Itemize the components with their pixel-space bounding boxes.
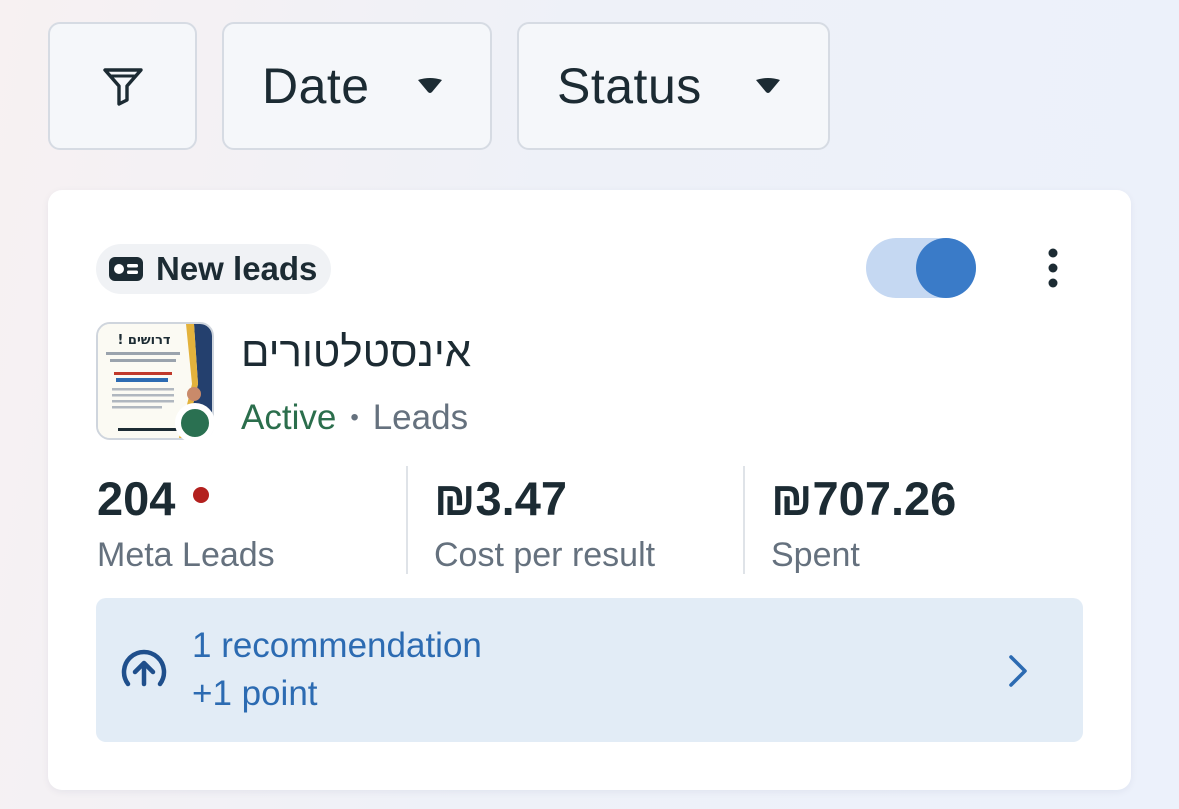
metric-label: Cost per result	[434, 536, 656, 574]
filter-funnel-icon	[102, 68, 143, 106]
date-filter-label: Date	[262, 58, 370, 114]
more-options-button[interactable]	[1038, 246, 1068, 290]
ad-on-off-toggle[interactable]	[866, 238, 976, 298]
date-filter-dropdown[interactable]: Date	[222, 22, 492, 150]
meta-separator: •	[350, 404, 359, 431]
filter-button[interactable]	[48, 22, 197, 150]
metric-value: ₪707.26	[771, 471, 957, 525]
ad-meta: Active • Leads	[241, 398, 468, 438]
alert-dot	[193, 487, 210, 503]
ad-name[interactable]: אינסטלטורים	[241, 328, 471, 376]
objective-badge: New leads	[96, 244, 332, 294]
ad-type-text: Leads	[372, 398, 469, 437]
metric-meta-leads: 204 Meta Leads	[97, 470, 275, 575]
metric-label: Meta Leads	[97, 536, 275, 574]
caret-down-icon	[418, 78, 442, 93]
toggle-knob	[916, 238, 976, 298]
more-vertical-icon	[1048, 248, 1058, 288]
caret-down-icon	[756, 78, 780, 93]
lead-form-icon	[108, 255, 144, 283]
metric-cost-per-result: ₪3.47 Cost per result	[434, 470, 655, 575]
status-filter-dropdown[interactable]: Status	[517, 22, 830, 150]
chevron-right-icon	[1009, 655, 1027, 687]
recommendation-banner[interactable]: 1 recommendation +1 point	[96, 598, 1083, 742]
thumbnail-header-text: דרושים !	[117, 333, 170, 348]
recommendation-title: 1 recommendation	[192, 626, 482, 665]
ad-card[interactable]: New leads דרושים ! אינסטלטורים Active • …	[48, 190, 1131, 790]
upgrade-arrow-icon	[121, 649, 167, 687]
divider	[406, 466, 408, 574]
metric-value: ₪3.47	[434, 471, 568, 525]
ad-status-text: Active	[241, 398, 337, 437]
status-filter-label: Status	[557, 58, 702, 114]
metric-spent: ₪707.26 Spent	[771, 470, 956, 575]
recommendation-points: +1 point	[192, 674, 318, 713]
metric-label: Spent	[771, 536, 860, 574]
divider	[743, 466, 745, 574]
active-status-dot	[175, 403, 215, 443]
metric-value: 204	[97, 471, 176, 525]
objective-label: New leads	[156, 250, 318, 287]
